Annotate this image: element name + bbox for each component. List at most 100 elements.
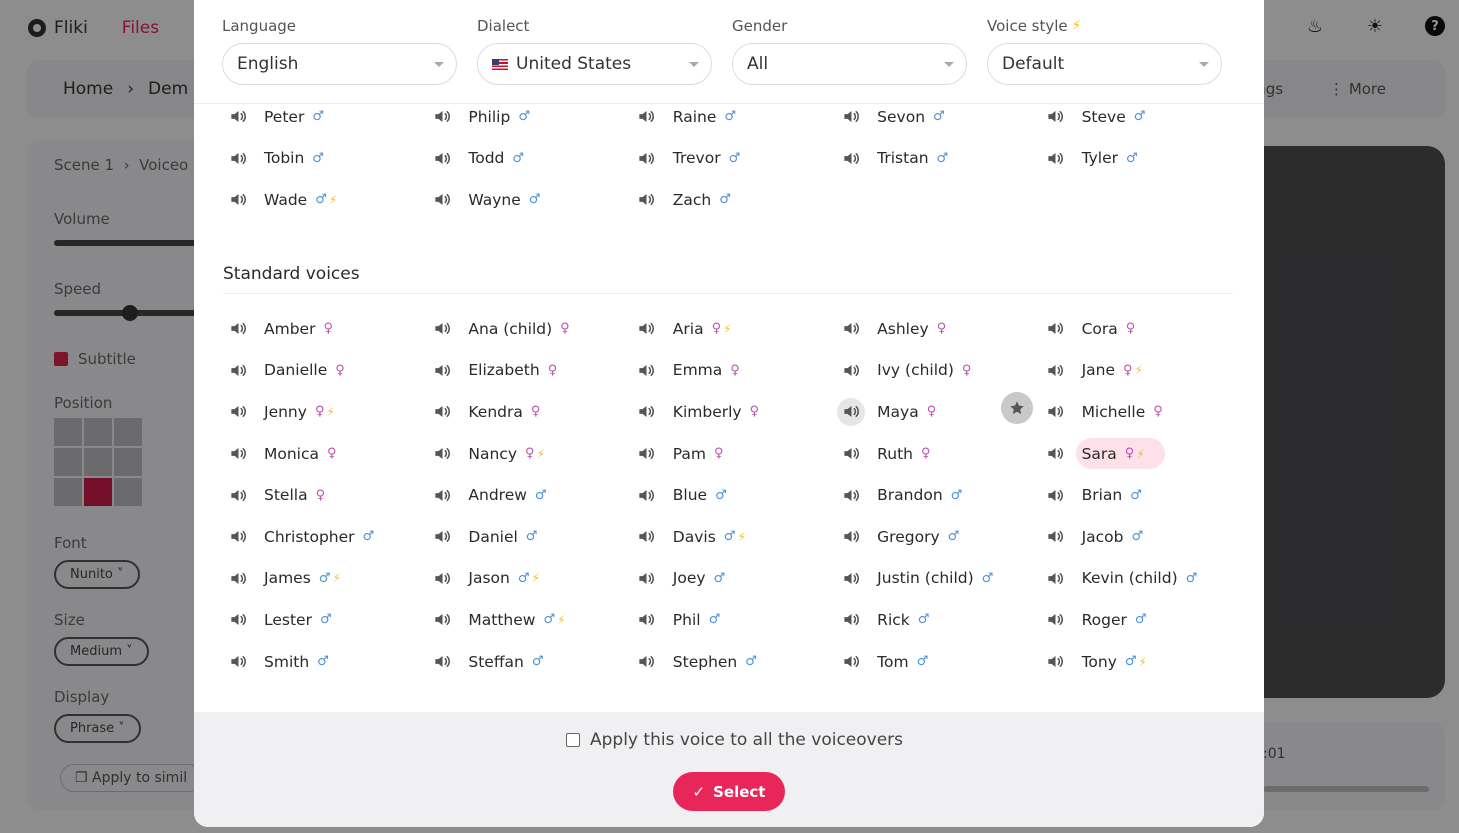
voice-item[interactable]: Kimberly ♀	[633, 391, 837, 433]
voice-item[interactable]: Andrew ♂	[428, 474, 632, 516]
voice-item[interactable]: Danielle ♀	[224, 350, 428, 392]
voice-item[interactable]: Peter ♂	[224, 96, 428, 138]
speaker-icon[interactable]	[1042, 440, 1070, 468]
voice-item[interactable]: James ♂ ⚡	[224, 558, 428, 600]
voice-item[interactable]: Nancy ♀ ⚡	[428, 433, 632, 475]
voice-item[interactable]: Blue ♂	[633, 474, 837, 516]
voice-item[interactable]: Monica ♀	[224, 433, 428, 475]
speaker-icon[interactable]	[1042, 356, 1070, 384]
speaker-icon[interactable]	[1042, 648, 1070, 676]
voice-item[interactable]: Amber ♀	[224, 308, 428, 350]
speaker-icon[interactable]	[1042, 398, 1070, 426]
voice-item[interactable]: Tyler ♂	[1042, 138, 1246, 180]
voice-item[interactable]: Kevin (child) ♂	[1042, 558, 1246, 600]
voice-item[interactable]: Steffan ♂	[428, 641, 632, 683]
voice-item[interactable]: Davis ♂ ⚡	[633, 516, 837, 558]
voice-item[interactable]: Brian ♂	[1042, 474, 1246, 516]
speaker-icon[interactable]	[1042, 523, 1070, 551]
voice-item[interactable]: Steve ♂	[1042, 96, 1246, 138]
favorite-button[interactable]	[1001, 392, 1033, 424]
speaker-icon[interactable]	[837, 523, 865, 551]
voice-item[interactable]: Tony ♂ ⚡	[1042, 641, 1246, 683]
speaker-icon[interactable]	[633, 648, 661, 676]
speaker-icon[interactable]	[224, 356, 252, 384]
speaker-icon[interactable]	[837, 564, 865, 592]
speaker-icon[interactable]	[837, 103, 865, 131]
speaker-icon[interactable]	[1042, 103, 1070, 131]
apply-all-checkbox[interactable]: Apply this voice to all the voiceovers	[566, 730, 903, 750]
speaker-icon[interactable]	[1042, 144, 1070, 172]
speaker-icon[interactable]	[837, 648, 865, 676]
voice-item[interactable]: Wade ♂ ⚡	[224, 179, 428, 221]
voice-item[interactable]: Gregory ♂	[837, 516, 1041, 558]
speaker-icon[interactable]	[837, 315, 865, 343]
voice-item[interactable]: Emma ♀	[633, 350, 837, 392]
voice-item[interactable]: Trevor ♂	[633, 138, 837, 180]
speaker-icon[interactable]	[224, 648, 252, 676]
voice-item[interactable]: Justin (child) ♂	[837, 558, 1041, 600]
voice-item[interactable]: Aria ♀ ⚡	[633, 308, 837, 350]
voice-item[interactable]: Tobin ♂	[224, 138, 428, 180]
speaker-icon[interactable]	[837, 144, 865, 172]
voice-item[interactable]: Raine ♂	[633, 96, 837, 138]
checkbox-unchecked-icon[interactable]	[566, 733, 580, 747]
voice-item[interactable]: Roger ♂	[1042, 599, 1246, 641]
voice-item[interactable]: Stella ♀	[224, 474, 428, 516]
select-button[interactable]: ✓ Select	[673, 772, 785, 811]
speaker-icon[interactable]	[428, 315, 456, 343]
gender-select[interactable]: All	[732, 43, 967, 85]
voice-item[interactable]: Philip ♂	[428, 96, 632, 138]
speaker-icon[interactable]	[224, 103, 252, 131]
voice-item[interactable]: Brandon ♂	[837, 474, 1041, 516]
speaker-icon[interactable]	[633, 144, 661, 172]
voice-item[interactable]: Cora ♀	[1042, 308, 1246, 350]
speaker-icon[interactable]	[428, 103, 456, 131]
speaker-icon[interactable]	[224, 144, 252, 172]
voice-item[interactable]: Ana (child) ♀	[428, 308, 632, 350]
speaker-icon[interactable]	[428, 356, 456, 384]
voice-item[interactable]: Jenny ♀ ⚡	[224, 391, 428, 433]
speaker-icon[interactable]	[633, 564, 661, 592]
speaker-icon[interactable]	[224, 606, 252, 634]
speaker-icon[interactable]	[428, 481, 456, 509]
speaker-icon[interactable]	[224, 398, 252, 426]
voice-item[interactable]: Kendra ♀	[428, 391, 632, 433]
speaker-icon[interactable]	[428, 398, 456, 426]
voice-item[interactable]: Phil ♂	[633, 599, 837, 641]
voice-item[interactable]: Sevon ♂	[837, 96, 1041, 138]
voice-item[interactable]: Elizabeth ♀	[428, 350, 632, 392]
speaker-icon[interactable]	[1042, 481, 1070, 509]
speaker-icon[interactable]	[837, 356, 865, 384]
speaker-icon[interactable]	[633, 481, 661, 509]
speaker-icon[interactable]	[224, 315, 252, 343]
voice-item[interactable]: Jane ♀ ⚡	[1042, 350, 1246, 392]
voice-item[interactable]: Christopher ♂	[224, 516, 428, 558]
voice-style-select[interactable]: Default	[987, 43, 1222, 85]
speaker-icon[interactable]	[224, 481, 252, 509]
voice-item[interactable]: Ashley ♀	[837, 308, 1041, 350]
speaker-icon[interactable]	[837, 606, 865, 634]
speaker-icon[interactable]	[633, 103, 661, 131]
voice-item[interactable]: Michelle ♀	[1042, 391, 1246, 433]
speaker-icon[interactable]	[633, 398, 661, 426]
dialect-select[interactable]: United States	[477, 43, 712, 85]
voice-item[interactable]: Wayne ♂	[428, 179, 632, 221]
speaker-icon[interactable]	[428, 564, 456, 592]
speaker-icon[interactable]	[633, 356, 661, 384]
speaker-icon[interactable]	[1042, 315, 1070, 343]
voice-item[interactable]: Jason ♂ ⚡	[428, 558, 632, 600]
speaker-icon[interactable]	[837, 440, 865, 468]
speaker-icon[interactable]	[1042, 606, 1070, 634]
voice-item[interactable]: Zach ♂	[633, 179, 837, 221]
speaker-icon[interactable]	[224, 564, 252, 592]
voice-item[interactable]: Lester ♂	[224, 599, 428, 641]
voice-item[interactable]: Rick ♂	[837, 599, 1041, 641]
speaker-icon[interactable]	[837, 481, 865, 509]
voice-item[interactable]: Daniel ♂	[428, 516, 632, 558]
speaker-icon[interactable]	[224, 523, 252, 551]
speaker-icon[interactable]	[633, 186, 661, 214]
speaker-icon[interactable]	[633, 523, 661, 551]
voice-item[interactable]: Jacob ♂	[1042, 516, 1246, 558]
speaker-icon[interactable]	[428, 440, 456, 468]
voice-item[interactable]: Ivy (child) ♀	[837, 350, 1041, 392]
